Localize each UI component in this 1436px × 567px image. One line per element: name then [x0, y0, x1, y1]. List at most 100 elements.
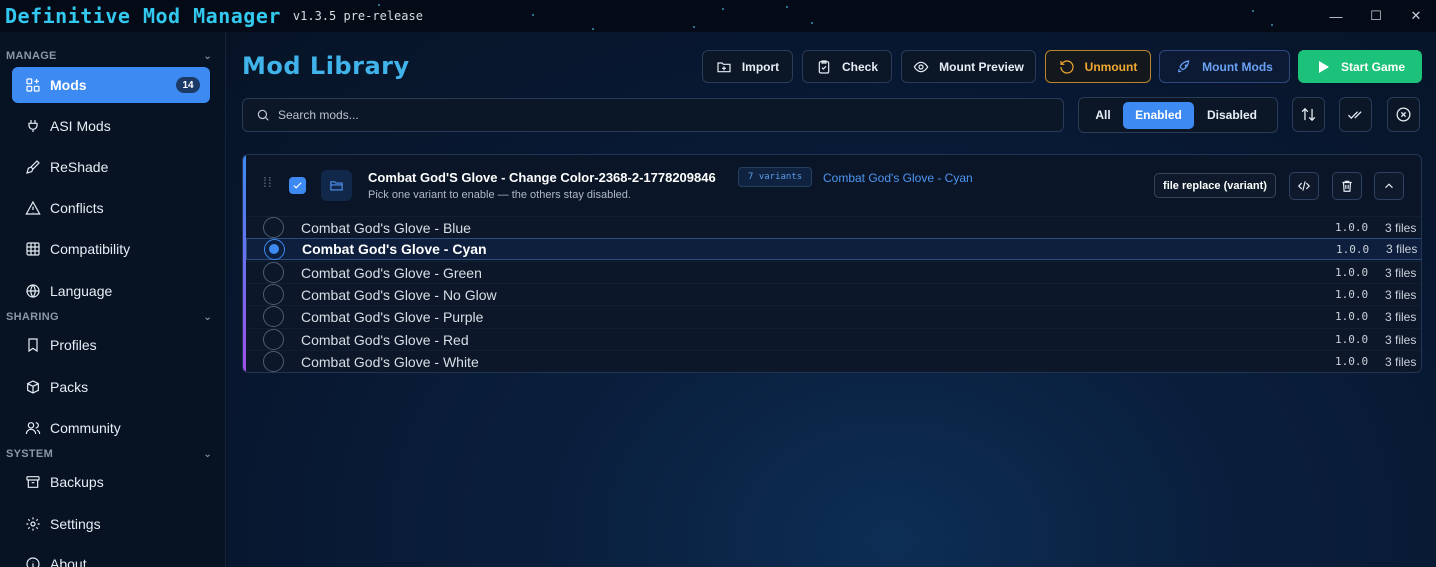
mod-type-chip: file replace (variant) — [1154, 173, 1276, 198]
variant-files: 3 files — [1386, 242, 1418, 256]
sidebar-item-label: ASI Mods — [50, 118, 111, 134]
variant-radio[interactable] — [263, 284, 284, 305]
mods-count-badge: 14 — [176, 77, 200, 93]
sidebar-item-packs[interactable]: Packs — [12, 369, 210, 405]
variant-name: Combat God's Glove - Red — [301, 331, 469, 348]
variant-row[interactable]: Combat God's Glove - Green 1.0.0 3 files — [246, 261, 1421, 283]
drag-handle-icon[interactable]: ⁞⁞ — [263, 175, 273, 189]
section-label: MANAGE — [6, 50, 57, 62]
search-icon — [257, 109, 269, 121]
mount-preview-button[interactable]: Mount Preview — [901, 50, 1036, 83]
sidebar-item-profiles[interactable]: Profiles — [12, 327, 210, 363]
section-sharing[interactable]: SHARING ⌄ — [6, 309, 216, 325]
variant-row[interactable]: Combat God's Glove - Red 1.0.0 3 files — [246, 328, 1421, 350]
variant-radio[interactable] — [263, 262, 284, 283]
sidebar-item-settings[interactable]: Settings — [12, 506, 210, 542]
sidebar-item-label: About — [50, 556, 87, 567]
variant-version: 1.0.0 — [1335, 355, 1369, 368]
chevron-down-icon: ⌄ — [203, 448, 212, 460]
variants-count-badge: 7 variants — [738, 167, 813, 187]
minimize-button[interactable]: — — [1317, 0, 1355, 32]
filter-toggle-group: All Enabled Disabled — [1078, 97, 1278, 133]
section-label: SHARING — [6, 311, 59, 323]
variant-row[interactable]: Combat God's Glove - White 1.0.0 3 files — [246, 350, 1421, 372]
sidebar-item-label: ReShade — [50, 159, 109, 175]
variant-version: 1.0.0 — [1335, 221, 1369, 234]
maximize-button[interactable]: ☐ — [1357, 0, 1395, 32]
page-title: Mod Library — [242, 52, 410, 80]
variant-version: 1.0.0 — [1335, 288, 1369, 301]
sidebar-item-compatibility[interactable]: Compatibility — [12, 231, 210, 267]
mod-description: Pick one variant to enable — the others … — [368, 189, 631, 201]
variant-row[interactable]: Combat God's Glove - Purple 1.0.0 3 file… — [246, 305, 1421, 327]
variant-radio[interactable] — [263, 306, 284, 327]
variant-radio[interactable] — [263, 329, 284, 350]
variant-radio[interactable] — [264, 238, 285, 260]
variant-row[interactable]: Combat God's Glove - Blue 1.0.0 3 files — [246, 216, 1421, 238]
package-icon — [22, 379, 44, 395]
star-decoration — [693, 26, 695, 28]
check-button[interactable]: Check — [802, 50, 892, 83]
variant-version: 1.0.0 — [1335, 310, 1369, 323]
start-game-button[interactable]: Start Game — [1298, 50, 1422, 83]
variant-row-selected[interactable]: Combat God's Glove - Cyan 1.0.0 3 files — [246, 238, 1421, 260]
import-button[interactable]: Import — [702, 50, 793, 83]
close-button[interactable]: ✕ — [1397, 0, 1435, 32]
sidebar-item-conflicts[interactable]: Conflicts — [12, 190, 210, 226]
mount-mods-button[interactable]: Mount Mods — [1159, 50, 1290, 83]
sidebar-item-label: Language — [50, 283, 113, 299]
delete-button[interactable] — [1332, 172, 1362, 200]
code-icon — [1297, 181, 1311, 191]
variant-radio[interactable] — [263, 351, 284, 372]
sidebar-item-label: Backups — [50, 474, 104, 490]
filter-enabled-button[interactable]: Enabled — [1123, 101, 1194, 129]
sidebar-item-about[interactable]: About — [12, 546, 210, 567]
clear-selection-button[interactable] — [1387, 97, 1420, 132]
star-decoration — [811, 22, 813, 24]
sidebar-item-reshade[interactable]: ReShade — [12, 149, 210, 185]
sidebar-item-backups[interactable]: Backups — [12, 464, 210, 500]
trash-icon — [1342, 180, 1352, 192]
section-manage[interactable]: MANAGE ⌄ — [6, 48, 216, 64]
unmount-button[interactable]: Unmount — [1045, 50, 1151, 83]
variant-row[interactable]: Combat God's Glove - No Glow 1.0.0 3 fil… — [246, 283, 1421, 305]
mount-preview-label: Mount Preview — [939, 59, 1024, 74]
main-panel: Mod Library Import Check Mount Preview U… — [227, 32, 1436, 567]
mount-mods-label: Mount Mods — [1202, 59, 1273, 74]
sidebar-item-asi-mods[interactable]: ASI Mods — [12, 108, 210, 144]
star-decoration — [1271, 24, 1273, 26]
sort-button[interactable] — [1292, 97, 1325, 132]
sidebar-item-language[interactable]: Language — [12, 273, 210, 309]
app-title: Definitive Mod Manager — [5, 4, 281, 28]
archive-icon — [22, 474, 44, 490]
plug-icon — [22, 118, 44, 134]
filter-disabled-button[interactable]: Disabled — [1194, 102, 1270, 129]
sort-arrows-icon — [1301, 107, 1316, 122]
sidebar-item-community[interactable]: Community — [12, 410, 210, 446]
variant-name: Combat God's Glove - Cyan — [302, 241, 487, 257]
variant-radio[interactable] — [263, 217, 284, 238]
info-icon — [22, 556, 44, 567]
selected-variant-link[interactable]: Combat God's Glove - Cyan — [823, 171, 973, 185]
warning-icon — [22, 200, 44, 216]
sidebar-item-mods[interactable]: Mods 14 — [12, 67, 210, 103]
collapse-button[interactable] — [1374, 172, 1404, 200]
sidebar-item-label: Compatibility — [50, 241, 131, 257]
chevron-down-icon: ⌄ — [203, 311, 212, 323]
code-view-button[interactable] — [1289, 172, 1319, 200]
folder-plus-icon — [717, 61, 731, 72]
open-folder-button[interactable] — [321, 170, 352, 201]
variant-files: 3 files — [1385, 309, 1417, 324]
select-all-button[interactable] — [1339, 97, 1372, 132]
filter-all-button[interactable]: All — [1083, 102, 1123, 129]
play-icon — [1318, 60, 1329, 73]
star-decoration — [1252, 10, 1254, 12]
variant-name: Combat God's Glove - Purple — [301, 308, 484, 325]
eye-icon — [913, 61, 929, 72]
search-input[interactable] — [278, 108, 1038, 122]
section-system[interactable]: SYSTEM ⌄ — [6, 446, 216, 462]
sidebar-item-label: Conflicts — [50, 200, 104, 216]
mod-enabled-checkbox[interactable] — [289, 177, 306, 194]
mods-icon — [22, 77, 44, 93]
variant-name: Combat God's Glove - Green — [301, 264, 482, 281]
